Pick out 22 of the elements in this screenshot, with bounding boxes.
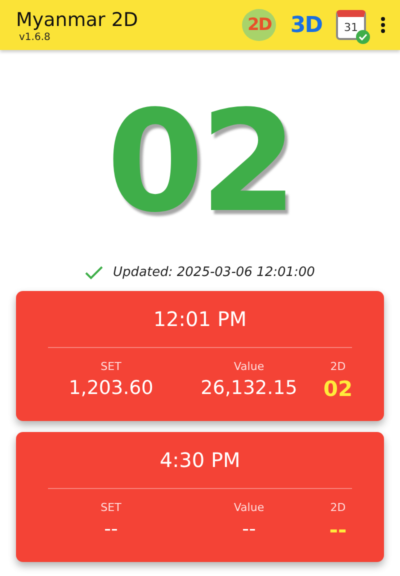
more-icon[interactable] xyxy=(380,16,386,34)
2d-result: -- xyxy=(329,518,347,542)
set-value: -- xyxy=(104,518,118,540)
set-label: SET xyxy=(100,501,122,514)
result-number: 02 xyxy=(106,88,294,238)
2d-label: 2D xyxy=(330,501,346,514)
3d-button[interactable]: 3D xyxy=(290,12,322,38)
set-value: 1,203.60 xyxy=(68,377,154,399)
2d-button[interactable]: 2D xyxy=(242,9,276,41)
updated-text: Updated: 2025-03-06 12:01:00 xyxy=(113,265,315,280)
value-number: 26,132.15 xyxy=(200,377,298,399)
session-time: 12:01 PM xyxy=(48,291,352,348)
value-number: -- xyxy=(242,518,256,540)
2d-result: 02 xyxy=(323,377,353,401)
session-time: 4:30 PM xyxy=(48,432,352,489)
app-title: Myanmar 2D xyxy=(16,8,140,32)
check-icon xyxy=(85,266,104,280)
version-label: v1.6.8 xyxy=(19,32,52,42)
set-label: SET xyxy=(100,360,122,373)
value-label: Value xyxy=(234,360,264,373)
value-label: Value xyxy=(234,501,264,514)
2d-label: 2D xyxy=(330,360,346,373)
